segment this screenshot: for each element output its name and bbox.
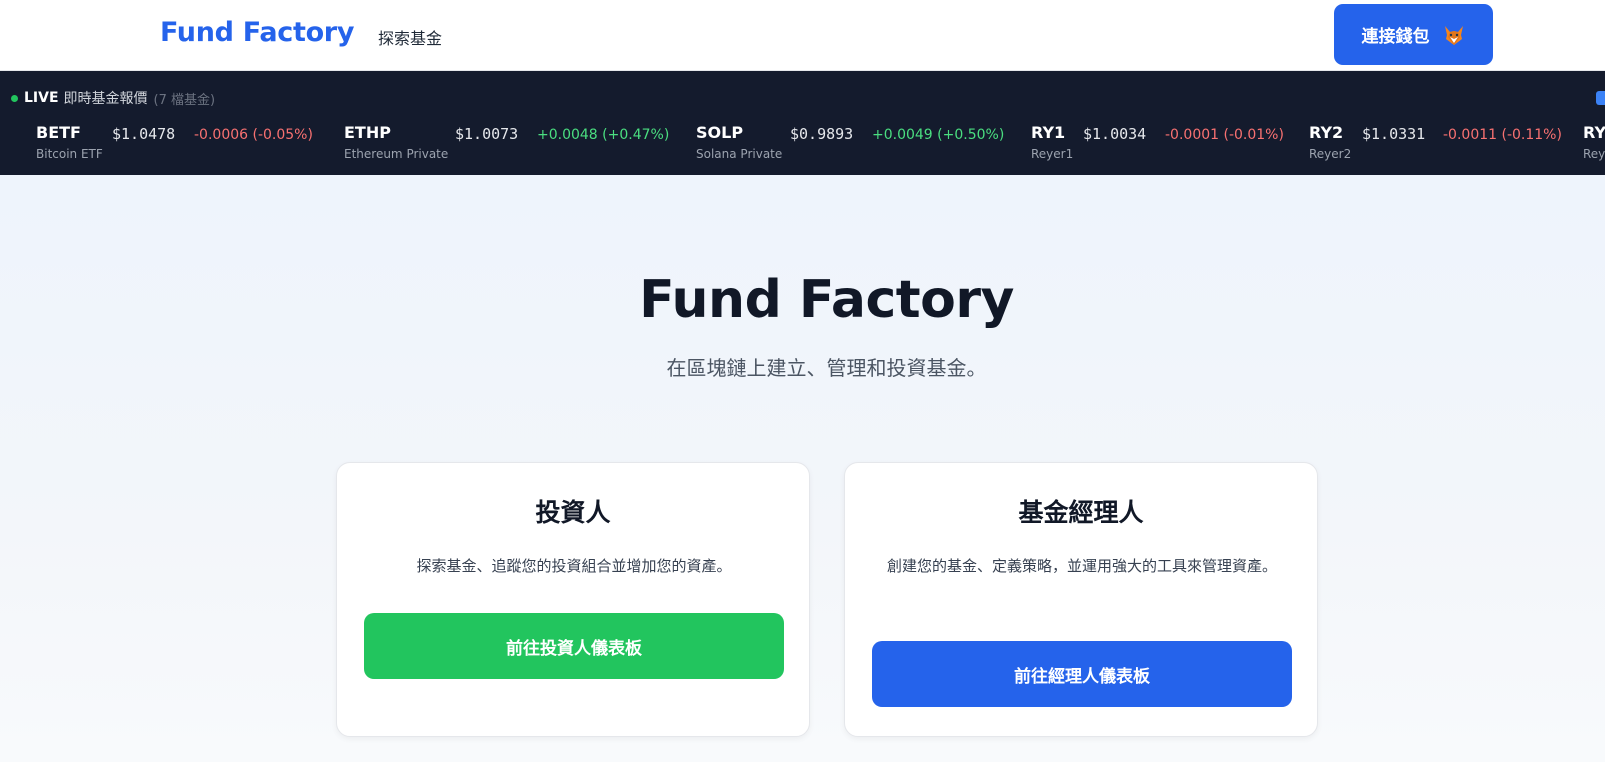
fund-name: Bitcoin ETF bbox=[36, 147, 103, 161]
fund-change: -0.0011 (-0.11%) bbox=[1443, 127, 1562, 143]
fund-change: -0.0006 (-0.05%) bbox=[194, 127, 313, 143]
manager-card-title: 基金經理人 bbox=[1018, 498, 1144, 527]
fund-change: +0.0049 (+0.50%) bbox=[872, 127, 1005, 143]
investor-card: 投資人 探索基金、追蹤您的投資組合並增加您的資產。 前往投資人儀表板 bbox=[336, 462, 810, 737]
fund-symbol: SOLP bbox=[696, 123, 744, 142]
fund-symbol: BETF bbox=[36, 123, 81, 142]
fund-symbol: RY1 bbox=[1031, 123, 1066, 142]
hero-title: Fund Factory bbox=[639, 270, 1014, 330]
live-status-dot bbox=[11, 94, 18, 102]
ticker-title: 即時基金報價 bbox=[63, 91, 148, 107]
fund-symbol: ETHP bbox=[344, 123, 391, 142]
live-price-ticker: LIVE 即時基金報價 (7 檔基金) BETF Bitcoin ETF $1.… bbox=[0, 71, 1605, 175]
refresh-icon[interactable] bbox=[1596, 91, 1605, 105]
brand-logo[interactable]: Fund Factory bbox=[160, 17, 354, 48]
fund-price: $1.0073 bbox=[455, 125, 519, 143]
fund-price: $1.0478 bbox=[112, 125, 176, 143]
fund-change: +0.0048 (+0.47%) bbox=[537, 127, 670, 143]
investor-card-title: 投資人 bbox=[535, 498, 611, 527]
main-content: Fund Factory 在區塊鏈上建立、管理和投資基金。 投資人 探索基金、追… bbox=[0, 175, 1605, 762]
manager-dashboard-button[interactable]: 前往經理人儀表板 bbox=[872, 641, 1292, 707]
fund-price: $1.0331 bbox=[1362, 125, 1426, 143]
manager-card-description: 創建您的基金、定義策略，並運用強大的工具來管理資產。 bbox=[886, 557, 1277, 575]
top-navbar: Fund Factory 探索基金 連接錢包 bbox=[0, 0, 1605, 71]
fund-name: Solana Private bbox=[696, 147, 783, 161]
connect-wallet-button[interactable]: 連接錢包 bbox=[1334, 4, 1493, 65]
fund-name: Reyer1 bbox=[1031, 147, 1074, 161]
ticker-header: LIVE 即時基金報價 (7 檔基金) bbox=[11, 88, 215, 108]
fund-count: (7 檔基金) bbox=[153, 92, 216, 108]
fund-symbol: RY bbox=[1583, 123, 1605, 142]
fund-name: Ethereum Private bbox=[344, 147, 449, 161]
live-label: LIVE bbox=[24, 90, 59, 106]
fund-price: $1.0034 bbox=[1083, 125, 1147, 143]
fund-name: Rey bbox=[1583, 147, 1605, 161]
hero-subtitle: 在區塊鏈上建立、管理和投資基金。 bbox=[666, 356, 987, 380]
fund-change: -0.0001 (-0.01%) bbox=[1165, 127, 1284, 143]
fund-symbol: RY2 bbox=[1309, 123, 1344, 142]
connect-wallet-label: 連接錢包 bbox=[1361, 27, 1430, 47]
fund-name: Reyer2 bbox=[1309, 147, 1352, 161]
manager-card: 基金經理人 創建您的基金、定義策略，並運用強大的工具來管理資產。 前往經理人儀表… bbox=[844, 462, 1318, 737]
fund-price: $0.9893 bbox=[790, 125, 854, 143]
investor-dashboard-button[interactable]: 前往投資人儀表板 bbox=[364, 613, 784, 679]
fox-icon bbox=[1444, 25, 1463, 45]
investor-card-description: 探索基金、追蹤您的投資組合並增加您的資產。 bbox=[416, 557, 732, 575]
nav-link-explore-funds[interactable]: 探索基金 bbox=[378, 25, 442, 49]
